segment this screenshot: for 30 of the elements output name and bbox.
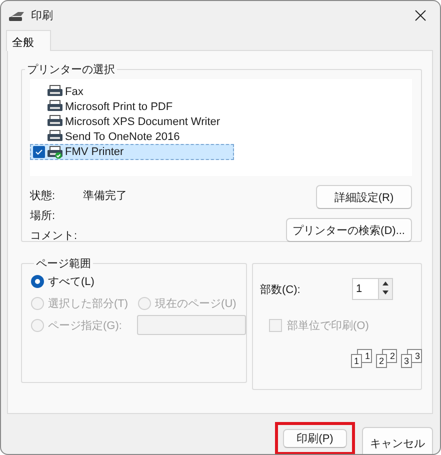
spinner-arrows[interactable] bbox=[378, 278, 393, 300]
printer-item[interactable]: Send To OneNote 2016 bbox=[30, 129, 180, 144]
printer-item[interactable]: Microsoft Print to PDF bbox=[30, 99, 173, 114]
printer-icon bbox=[47, 115, 63, 128]
close-icon bbox=[414, 10, 426, 21]
field-label: コメント: bbox=[30, 228, 78, 242]
checkbox-icon bbox=[33, 146, 45, 158]
settings-button[interactable]: 詳細設定(R) bbox=[316, 185, 412, 209]
field-label: 場所: bbox=[30, 208, 56, 222]
printer-item[interactable]: FMV Printer bbox=[30, 144, 234, 160]
field-value: 準備完了 bbox=[83, 188, 127, 202]
tab[interactable]: 全般 bbox=[6, 30, 51, 51]
printer-icon bbox=[47, 146, 63, 158]
group-title: ページ範囲 bbox=[35, 257, 92, 271]
printer-item[interactable]: Microsoft XPS Document Writer bbox=[30, 114, 220, 129]
settings-button[interactable]: プリンターの検索(D)... bbox=[286, 218, 412, 242]
input-field[interactable]: 1 bbox=[352, 278, 378, 300]
printer-icon bbox=[8, 10, 25, 22]
group-title: プリンターの選択 bbox=[26, 62, 116, 77]
field-label: 部数(C): bbox=[260, 282, 300, 296]
collate-drawing: 1 1 2 2 3 3 bbox=[351, 349, 421, 367]
field-label: 状態: bbox=[30, 188, 56, 202]
printer-icon bbox=[47, 130, 63, 143]
fax-icon bbox=[47, 85, 63, 98]
cancel-button[interactable]: キャンセル bbox=[362, 427, 433, 454]
radio-option[interactable]: すべて(L) bbox=[31, 271, 94, 291]
printer-icon bbox=[47, 100, 63, 113]
printer-item[interactable]: Fax bbox=[30, 84, 84, 99]
print-button[interactable]: 印刷(P) bbox=[283, 429, 347, 448]
window-title: 印刷 bbox=[31, 9, 54, 23]
